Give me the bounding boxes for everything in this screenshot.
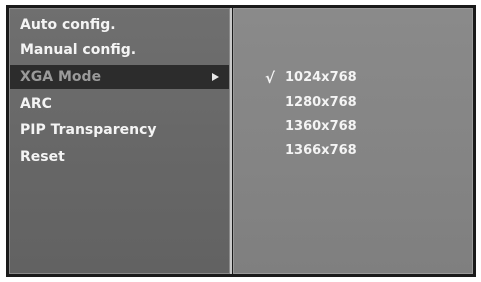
menu-item-label: XGA Mode <box>20 69 102 85</box>
xga-mode-submenu-panel: √ 1024x768 1280x768 1360x768 1366x768 <box>233 8 473 274</box>
menu-item-label: Auto config. <box>20 17 116 33</box>
submenu-arrow-icon <box>212 73 219 81</box>
menu-item-label: Reset <box>20 149 65 165</box>
check-icon: √ <box>265 69 276 87</box>
option-label: 1024x768 <box>285 70 357 85</box>
osd-menu: Auto config. Manual config. XGA Mode ARC… <box>6 5 476 277</box>
option-label: 1366x768 <box>285 143 357 158</box>
option-1366x768[interactable]: 1366x768 <box>234 140 470 162</box>
option-1280x768[interactable]: 1280x768 <box>234 92 470 114</box>
option-label: 1280x768 <box>285 95 357 110</box>
main-menu-panel: Auto config. Manual config. XGA Mode ARC… <box>9 8 230 274</box>
menu-item-xga-mode[interactable]: XGA Mode <box>10 65 229 89</box>
menu-item-label: Manual config. <box>20 42 137 58</box>
option-1360x768[interactable]: 1360x768 <box>234 116 470 138</box>
menu-item-label: ARC <box>20 96 52 112</box>
panel-divider <box>230 8 232 274</box>
option-1024x768[interactable]: √ 1024x768 <box>234 67 470 89</box>
menu-item-pip-transparency[interactable]: PIP Transparency <box>10 118 229 142</box>
menu-item-arc[interactable]: ARC <box>10 92 229 116</box>
menu-item-auto-config[interactable]: Auto config. <box>10 13 229 37</box>
menu-item-reset[interactable]: Reset <box>10 145 229 169</box>
menu-item-manual-config[interactable]: Manual config. <box>10 38 229 62</box>
menu-item-label: PIP Transparency <box>20 122 157 138</box>
option-label: 1360x768 <box>285 119 357 134</box>
